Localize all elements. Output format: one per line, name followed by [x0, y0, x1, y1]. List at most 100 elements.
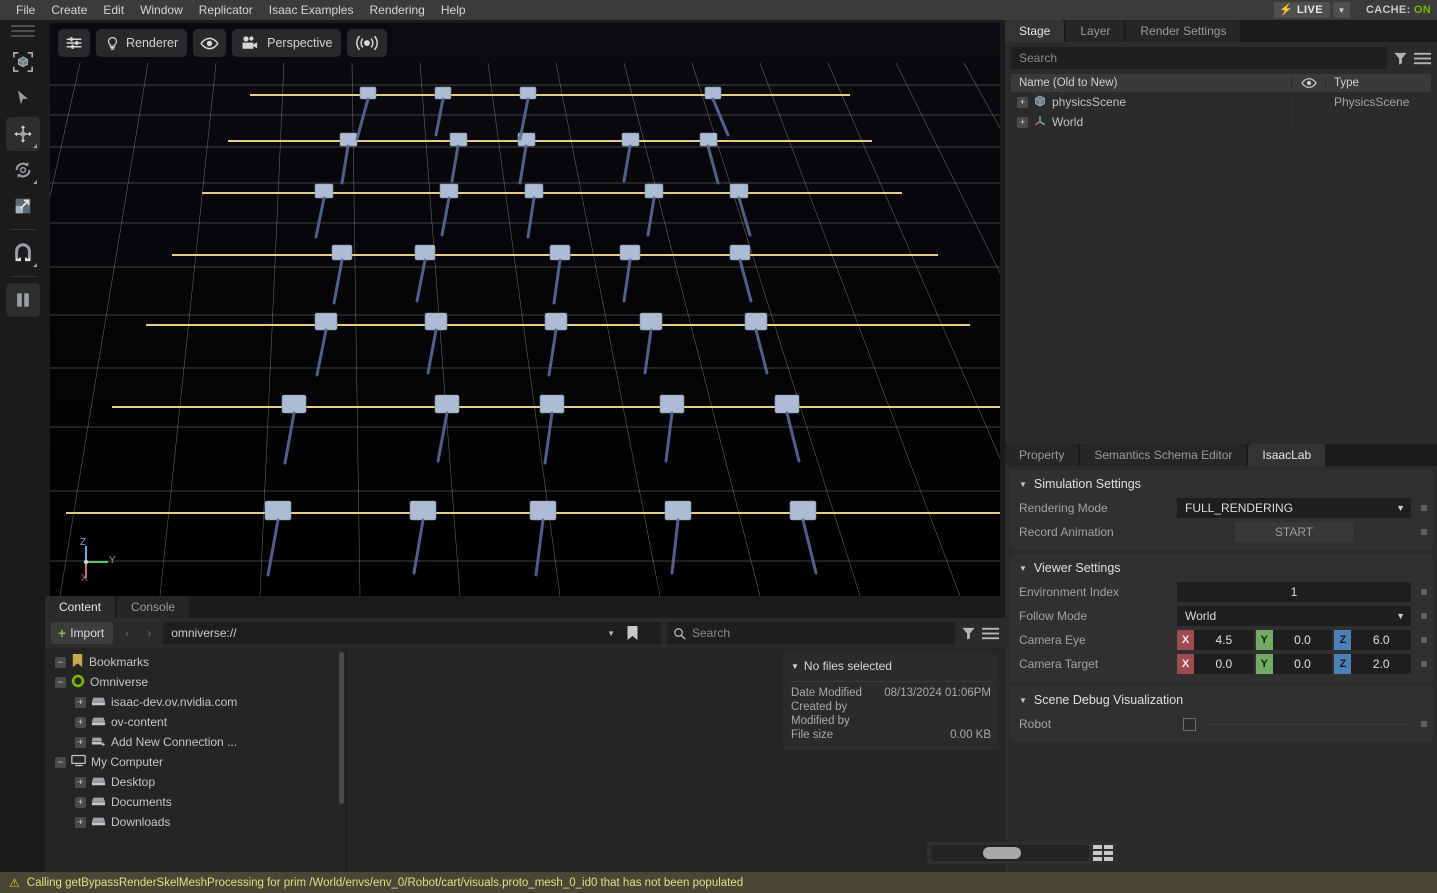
file-tree-scrollbar[interactable] — [339, 652, 344, 804]
live-button[interactable]: ⚡ LIVE — [1274, 2, 1330, 18]
file-details-header[interactable]: ▼ No files selected — [783, 659, 999, 679]
expand-toggle[interactable]: + — [75, 797, 86, 808]
browser-filter-icon[interactable] — [961, 626, 976, 641]
select-tool[interactable] — [6, 81, 40, 115]
path-input[interactable]: omniverse:// ▼ — [163, 622, 661, 644]
column-type[interactable]: Type — [1325, 77, 1431, 89]
bookmark-icon[interactable] — [626, 625, 639, 644]
robot-checkbox[interactable] — [1183, 718, 1196, 731]
menu-window[interactable]: Window — [132, 0, 191, 20]
tab-render-settings[interactable]: Render Settings — [1126, 20, 1240, 42]
expand-toggle[interactable]: + — [75, 777, 86, 788]
tab-layer[interactable]: Layer — [1066, 20, 1124, 42]
stage-row-visibility-cell[interactable] — [1291, 92, 1325, 112]
chevron-down-icon[interactable]: ▼ — [607, 629, 615, 638]
browser-menu-icon[interactable] — [982, 626, 999, 641]
tree-item-add-new-connection[interactable]: + Add New Connection ... — [45, 732, 346, 752]
toolbar-drag-handle[interactable] — [11, 24, 35, 38]
visibility-button[interactable] — [193, 29, 226, 57]
camera-button[interactable]: Perspective — [232, 29, 341, 57]
stage-filter-icon[interactable] — [1393, 51, 1408, 66]
nav-back-button[interactable]: ‹ — [119, 626, 135, 640]
menu-help[interactable]: Help — [433, 0, 474, 20]
binding-dot[interactable] — [1421, 721, 1427, 727]
move-tool[interactable] — [6, 117, 40, 151]
expand-toggle[interactable]: + — [75, 737, 86, 748]
binding-dot[interactable] — [1421, 589, 1427, 595]
thumbnail-size-slider[interactable] — [931, 845, 1089, 861]
column-name[interactable]: Name (Old to New) — [1011, 77, 1291, 89]
camera-target-z-input[interactable]: 2.0 — [1351, 654, 1411, 674]
live-dropdown-button[interactable]: ▼ — [1333, 2, 1350, 18]
camera-target-y-input[interactable]: 0.0 — [1273, 654, 1333, 674]
tab-semantics-schema-editor[interactable]: Semantics Schema Editor — [1080, 444, 1246, 466]
grid-view-icon[interactable] — [1093, 845, 1113, 861]
file-tree[interactable]: − Bookmarks − — [45, 648, 347, 872]
binding-dot[interactable] — [1421, 661, 1427, 667]
tree-item-my-computer[interactable]: − My Computer — [45, 752, 346, 772]
binding-dot[interactable] — [1421, 505, 1427, 511]
stage-menu-icon[interactable] — [1414, 51, 1431, 66]
stage-search-input[interactable]: Search — [1011, 47, 1387, 69]
pause-tool[interactable] — [6, 283, 40, 317]
rotate-tool[interactable] — [6, 153, 40, 187]
stage-tree[interactable]: + physicsScene PhysicsScen — [1011, 92, 1431, 438]
binding-dot[interactable] — [1421, 637, 1427, 643]
camera-eye-z-input[interactable]: 6.0 — [1351, 630, 1411, 650]
renderer-button[interactable]: Renderer — [96, 29, 187, 57]
browser-search-input[interactable]: Search — [667, 622, 955, 644]
collapse-toggle[interactable]: − — [55, 657, 66, 668]
follow-mode-dropdown[interactable]: World ▼ — [1177, 606, 1411, 626]
tree-item-isaac-dev[interactable]: + isaac-dev.ov.nvidia.com — [45, 692, 346, 712]
status-bar[interactable]: ⚠ Calling getBypassRenderSkelMeshProcess… — [0, 872, 1437, 893]
tree-item-ov-content[interactable]: + ov-content — [45, 712, 346, 732]
file-grid-pane[interactable]: ▼ No files selected Date Modified 08/13/… — [347, 648, 1005, 872]
group-header-simulation-settings[interactable]: ▼ Simulation Settings — [1009, 474, 1433, 496]
stage-row-physicsscene[interactable]: + physicsScene PhysicsScen — [1011, 92, 1431, 112]
column-visibility[interactable] — [1291, 77, 1325, 89]
group-header-scene-debug-visualization[interactable]: ▼ Scene Debug Visualization — [1009, 690, 1433, 712]
rendering-mode-dropdown[interactable]: FULL_RENDERING ▼ — [1177, 498, 1411, 518]
tab-property[interactable]: Property — [1005, 444, 1078, 466]
tab-isaaclab[interactable]: IsaacLab — [1248, 444, 1325, 466]
tree-item-desktop[interactable]: + Desktop — [45, 772, 346, 792]
binding-dot[interactable] — [1421, 529, 1427, 535]
stage-row-world[interactable]: + World — [1011, 112, 1431, 132]
tree-item-downloads[interactable]: + Downloads — [45, 812, 346, 832]
menu-rendering[interactable]: Rendering — [361, 0, 432, 20]
expand-toggle[interactable]: + — [75, 697, 86, 708]
menu-edit[interactable]: Edit — [95, 0, 132, 20]
expand-toggle[interactable]: + — [75, 817, 86, 828]
collapse-toggle[interactable]: − — [55, 677, 66, 688]
tree-item-omniverse[interactable]: − Omniverse — [45, 672, 346, 692]
tree-item-documents[interactable]: + Documents — [45, 792, 346, 812]
menu-file[interactable]: File — [8, 0, 43, 20]
collapse-toggle[interactable]: − — [55, 757, 66, 768]
record-animation-start-button[interactable]: START — [1235, 522, 1353, 542]
slider-handle[interactable] — [983, 847, 1021, 859]
expand-toggle[interactable]: + — [1017, 97, 1028, 108]
environment-index-input[interactable]: 1 — [1177, 582, 1411, 602]
menu-isaac-examples[interactable]: Isaac Examples — [261, 0, 362, 20]
menu-replicator[interactable]: Replicator — [191, 0, 261, 20]
viewport-settings-button[interactable] — [58, 29, 90, 57]
binding-dot[interactable] — [1421, 613, 1427, 619]
nav-forward-button[interactable]: › — [141, 626, 157, 640]
stage-row-visibility-cell[interactable] — [1291, 112, 1325, 132]
tab-content[interactable]: Content — [45, 596, 115, 618]
expand-toggle[interactable]: + — [75, 717, 86, 728]
tree-item-bookmarks[interactable]: − Bookmarks — [45, 652, 346, 672]
select-box-tool[interactable] — [6, 45, 40, 79]
camera-eye-y-input[interactable]: 0.0 — [1273, 630, 1333, 650]
import-button[interactable]: + Import — [51, 622, 113, 644]
tab-stage[interactable]: Stage — [1005, 20, 1064, 42]
group-header-viewer-settings[interactable]: ▼ Viewer Settings — [1009, 558, 1433, 580]
tab-console[interactable]: Console — [117, 596, 189, 618]
menu-create[interactable]: Create — [43, 0, 95, 20]
camera-target-x-input[interactable]: 0.0 — [1194, 654, 1254, 674]
snap-tool[interactable] — [6, 236, 40, 270]
scale-tool[interactable] — [6, 189, 40, 223]
viewport-3d[interactable]: Renderer — [50, 23, 1000, 596]
camera-eye-x-input[interactable]: 4.5 — [1194, 630, 1254, 650]
capture-button[interactable] — [347, 29, 387, 57]
